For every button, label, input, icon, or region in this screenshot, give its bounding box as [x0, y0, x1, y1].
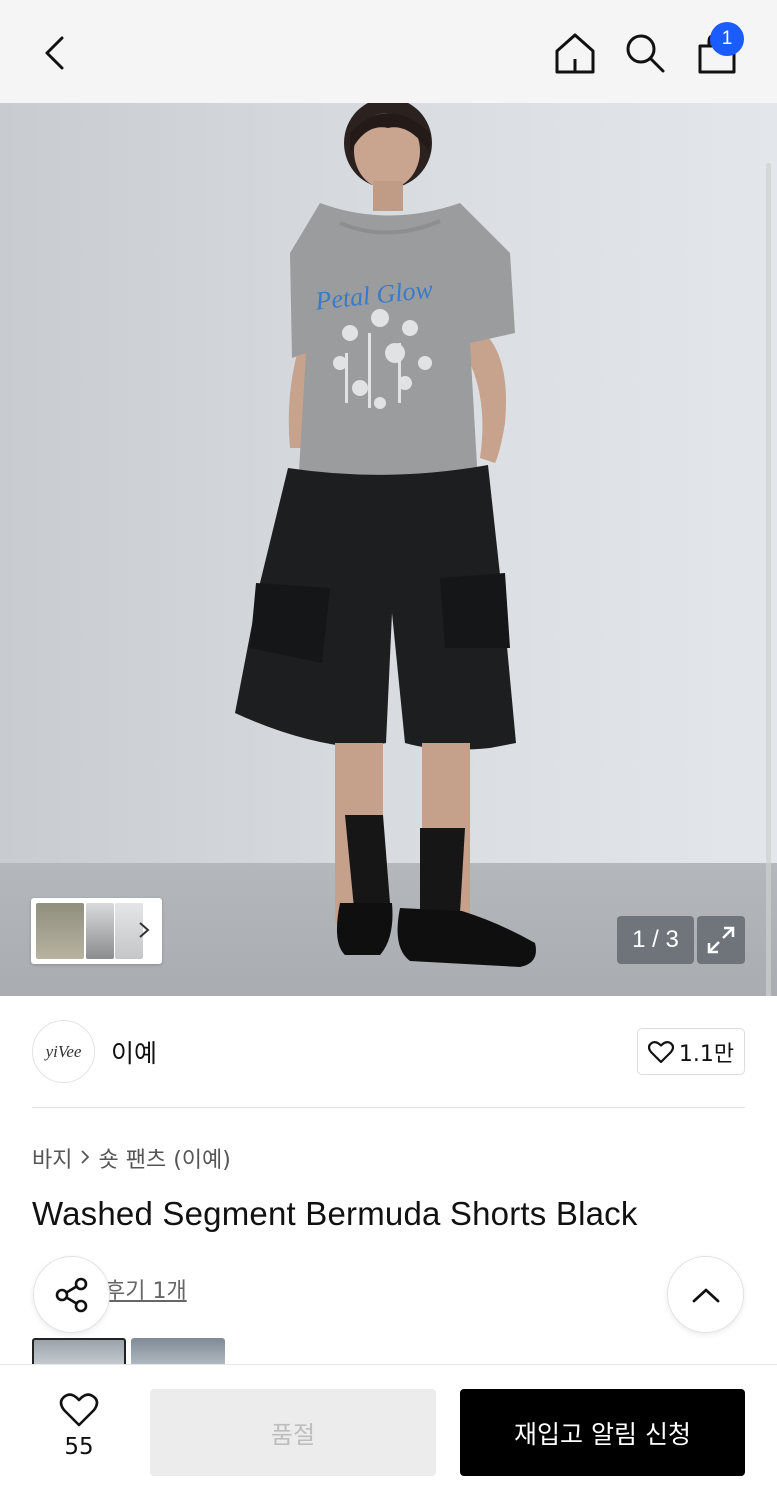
home-icon	[555, 33, 595, 74]
search-button[interactable]	[618, 26, 672, 80]
thumbnail-2[interactable]	[86, 903, 114, 959]
breadcrumb-category[interactable]: 바지	[32, 1142, 72, 1174]
expand-icon	[707, 926, 735, 954]
breadcrumb: 바지 숏 팬츠 (이예)	[32, 1142, 231, 1174]
wishlist-button[interactable]: 55	[40, 1392, 118, 1472]
image-counter: 1 / 3	[617, 916, 694, 964]
chevron-right-icon[interactable]	[134, 918, 154, 942]
brand-name[interactable]: 이예	[111, 1034, 157, 1070]
heart-icon	[59, 1393, 99, 1427]
back-button[interactable]	[30, 28, 80, 78]
gallery-thumbnail-strip[interactable]	[31, 898, 162, 964]
wishlist-count: 55	[64, 1434, 94, 1460]
thumbnail-1[interactable]	[36, 903, 84, 959]
breadcrumb-sub-category[interactable]: 숏 팬츠 (이예)	[98, 1142, 230, 1174]
sold-out-button: 품절	[150, 1389, 436, 1476]
page-scrollbar[interactable]	[766, 163, 771, 996]
chevron-right-icon	[80, 1146, 90, 1171]
share-button[interactable]	[33, 1256, 110, 1333]
cart-count-badge: 1	[710, 22, 744, 56]
brand-logo[interactable]: yiVee	[32, 1020, 95, 1083]
product-image[interactable]: Petal Glow	[0, 103, 777, 996]
restock-alert-button[interactable]: 재입고 알림 신청	[460, 1389, 745, 1476]
share-icon	[55, 1277, 87, 1312]
brand-like-count: 1.1만	[678, 1041, 735, 1067]
search-icon	[626, 34, 665, 73]
product-title: Washed Segment Bermuda Shorts Black	[32, 1195, 638, 1232]
brand-like-button[interactable]: 1.1만	[637, 1028, 745, 1075]
home-button[interactable]	[548, 26, 602, 80]
scroll-to-top-button[interactable]	[667, 1256, 744, 1333]
review-count-link[interactable]: 후기 1개	[105, 1273, 187, 1305]
divider	[32, 1107, 745, 1108]
model-photo: Petal Glow	[235, 103, 536, 967]
chevron-up-icon	[692, 1288, 719, 1302]
heart-icon	[647, 1040, 674, 1063]
fullscreen-button[interactable]	[697, 916, 745, 964]
chevron-left-icon	[45, 36, 64, 70]
